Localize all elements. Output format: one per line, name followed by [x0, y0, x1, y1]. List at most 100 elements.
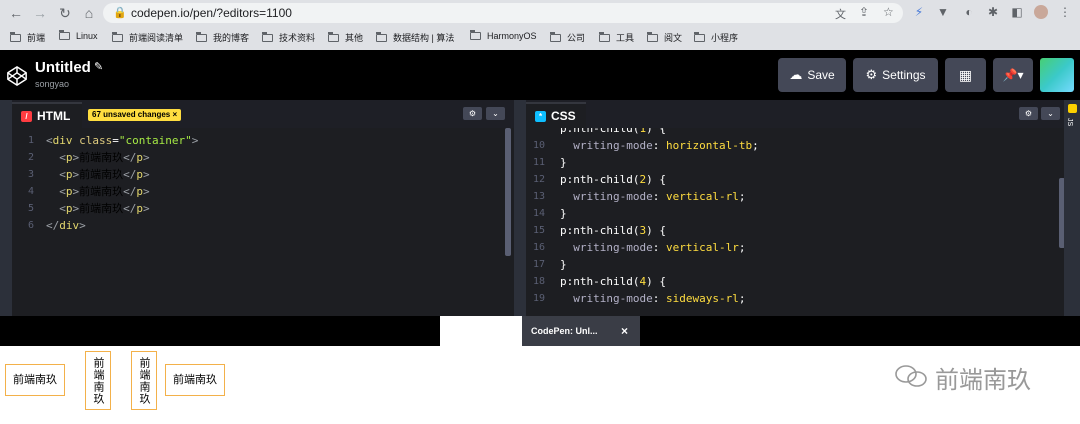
line-number: 5 — [27, 203, 34, 214]
bookmark-folder[interactable]: 其他 — [328, 31, 363, 44]
settings-button[interactable]: ⚙ Settings — [853, 58, 938, 92]
translate-icon[interactable]: 文 — [835, 6, 846, 22]
extension-icon[interactable]: ⚡ — [912, 5, 926, 19]
pin-button[interactable]: 📌▾ — [993, 58, 1033, 92]
line-number: 16 — [532, 242, 545, 253]
puzzle-icon[interactable]: ✱ — [986, 5, 1000, 19]
html-scrollbar[interactable] — [505, 128, 511, 256]
folder-icon — [112, 31, 123, 42]
url-text: codepen.io/pen/?editors=1100 — [131, 6, 292, 20]
bookmark-folder[interactable]: 工具 — [599, 31, 634, 44]
vue-devtools-icon[interactable]: ▼ — [936, 5, 950, 19]
pen-username[interactable]: songyao — [35, 79, 69, 89]
line-number: 10 — [532, 140, 545, 151]
sidepanel-icon[interactable]: ◧ — [1010, 5, 1024, 19]
gear-icon: ⚙ — [865, 67, 878, 82]
bookmark-folder[interactable]: 公司 — [550, 31, 585, 44]
bookmarks-bar: 前端 Linux 前端阅读清单 我的博客 技术资料 其他 数据结构 | 算法 H… — [0, 27, 1080, 49]
unsaved-changes-badge[interactable]: 67 unsaved changes × — [88, 109, 182, 121]
bookmark-folder[interactable]: 小程序 — [694, 31, 738, 44]
code-line[interactable]: p:nth-child(3) { — [560, 222, 666, 239]
tab-css[interactable]: * CSS — [526, 102, 586, 128]
pin-icon: 📌▾ — [1002, 68, 1024, 82]
forward-icon[interactable]: → — [31, 4, 49, 22]
address-bar[interactable]: 🔒 codepen.io/pen/?editors=1100 文 ⇪ ☆ — [103, 3, 903, 23]
line-number: 2 — [27, 152, 34, 163]
line-number: 19 — [532, 293, 545, 304]
code-line[interactable]: <p>前端南玖</p> — [46, 149, 149, 166]
code-line[interactable]: writing-mode: vertical-rl; — [560, 188, 745, 205]
folder-icon — [550, 31, 561, 42]
close-icon[interactable]: × — [621, 324, 628, 338]
code-line[interactable]: <div class="container"> — [46, 132, 198, 149]
pencil-icon[interactable]: ✎ — [94, 60, 103, 73]
codepen-window-tab[interactable]: CodePen: Unl... × — [522, 316, 640, 346]
bookmark-folder[interactable]: Linux — [59, 30, 98, 41]
css-settings-gear-icon[interactable]: ⚙ — [1019, 107, 1038, 120]
cloud-icon: ☁ — [789, 67, 803, 82]
folder-icon — [10, 31, 21, 42]
left-gutter — [0, 100, 12, 316]
user-avatar[interactable] — [1040, 58, 1074, 92]
reload-icon[interactable]: ↻ — [56, 4, 74, 22]
code-line[interactable]: writing-mode: sideways-rl; — [560, 290, 745, 307]
line-number: 15 — [532, 225, 545, 236]
result-p-vertical-lr: 前端南玖 — [131, 351, 157, 410]
watermark: 前端南玖 — [935, 367, 1031, 394]
js-tab-label[interactable]: JS — [1066, 118, 1073, 126]
html-settings-gear-icon[interactable]: ⚙ — [463, 107, 482, 120]
result-p-horizontal: 前端南玖 — [5, 364, 65, 396]
back-icon[interactable]: ← — [7, 4, 25, 22]
code-line[interactable]: } — [560, 205, 567, 222]
line-number: 17 — [532, 259, 545, 270]
share-icon[interactable]: ⇪ — [859, 5, 869, 19]
menu-icon[interactable]: ⋮ — [1058, 5, 1072, 19]
bookmark-folder[interactable]: 我的博客 — [196, 31, 249, 44]
bookmark-folder[interactable]: HarmonyOS — [470, 30, 537, 41]
line-number: 3 — [27, 169, 34, 180]
line-number: 18 — [532, 276, 545, 287]
save-button[interactable]: ☁ Save — [778, 58, 846, 92]
pen-title[interactable]: Untitled — [35, 59, 91, 76]
wechat-icon — [895, 365, 927, 387]
result-p-sideways: 前端南玖 — [165, 364, 225, 396]
folder-icon — [376, 31, 387, 42]
profile-avatar[interactable] — [1034, 5, 1048, 19]
home-icon[interactable]: ⌂ — [80, 4, 98, 22]
code-line[interactable]: } — [560, 256, 567, 273]
line-number: 13 — [532, 191, 545, 202]
code-line[interactable]: </div> — [46, 217, 86, 234]
folder-icon — [196, 31, 207, 42]
css-scrollbar[interactable] — [1059, 178, 1064, 248]
tab-html[interactable]: / HTML — [12, 102, 82, 128]
bookmark-folder[interactable]: 数据结构 | 算法 — [376, 31, 454, 44]
folder-icon — [470, 30, 481, 40]
html-collapse-chevron-icon[interactable]: ⌄ — [486, 107, 505, 120]
code-line[interactable]: p:nth-child(2) { — [560, 171, 666, 188]
bookmark-folder[interactable]: 阅文 — [647, 31, 682, 44]
bookmark-folder[interactable]: 前端阅读清单 — [112, 31, 183, 44]
css-collapse-chevron-icon[interactable]: ⌄ — [1041, 107, 1060, 120]
folder-icon — [328, 31, 339, 42]
js-icon — [1068, 104, 1077, 113]
code-line[interactable]: writing-mode: horizontal-tb; — [560, 137, 758, 154]
codepen-logo-icon[interactable] — [6, 65, 28, 87]
bookmark-star-icon[interactable]: ☆ — [883, 5, 894, 19]
line-number: 6 — [27, 220, 34, 231]
line-number: 11 — [532, 157, 545, 168]
change-view-button[interactable]: ▦ — [945, 58, 986, 92]
extension-badge-icon[interactable]: ◐ — [962, 5, 976, 19]
html-icon: / — [21, 110, 32, 122]
lock-icon: 🔒 — [113, 7, 127, 19]
css-icon: * — [535, 110, 546, 122]
code-line[interactable]: writing-mode: vertical-lr; — [560, 239, 745, 256]
code-line[interactable]: <p>前端南玖</p> — [46, 200, 149, 217]
code-line[interactable]: <p>前端南玖</p> — [46, 166, 149, 183]
line-number: 12 — [532, 174, 545, 185]
js-collapsed-pane[interactable] — [1064, 100, 1080, 316]
bookmark-folder[interactable]: 前端 — [10, 31, 45, 44]
bookmark-folder[interactable]: 技术资料 — [262, 31, 315, 44]
code-line[interactable]: <p>前端南玖</p> — [46, 183, 149, 200]
code-line[interactable]: } — [560, 154, 567, 171]
code-line[interactable]: p:nth-child(4) { — [560, 273, 666, 290]
